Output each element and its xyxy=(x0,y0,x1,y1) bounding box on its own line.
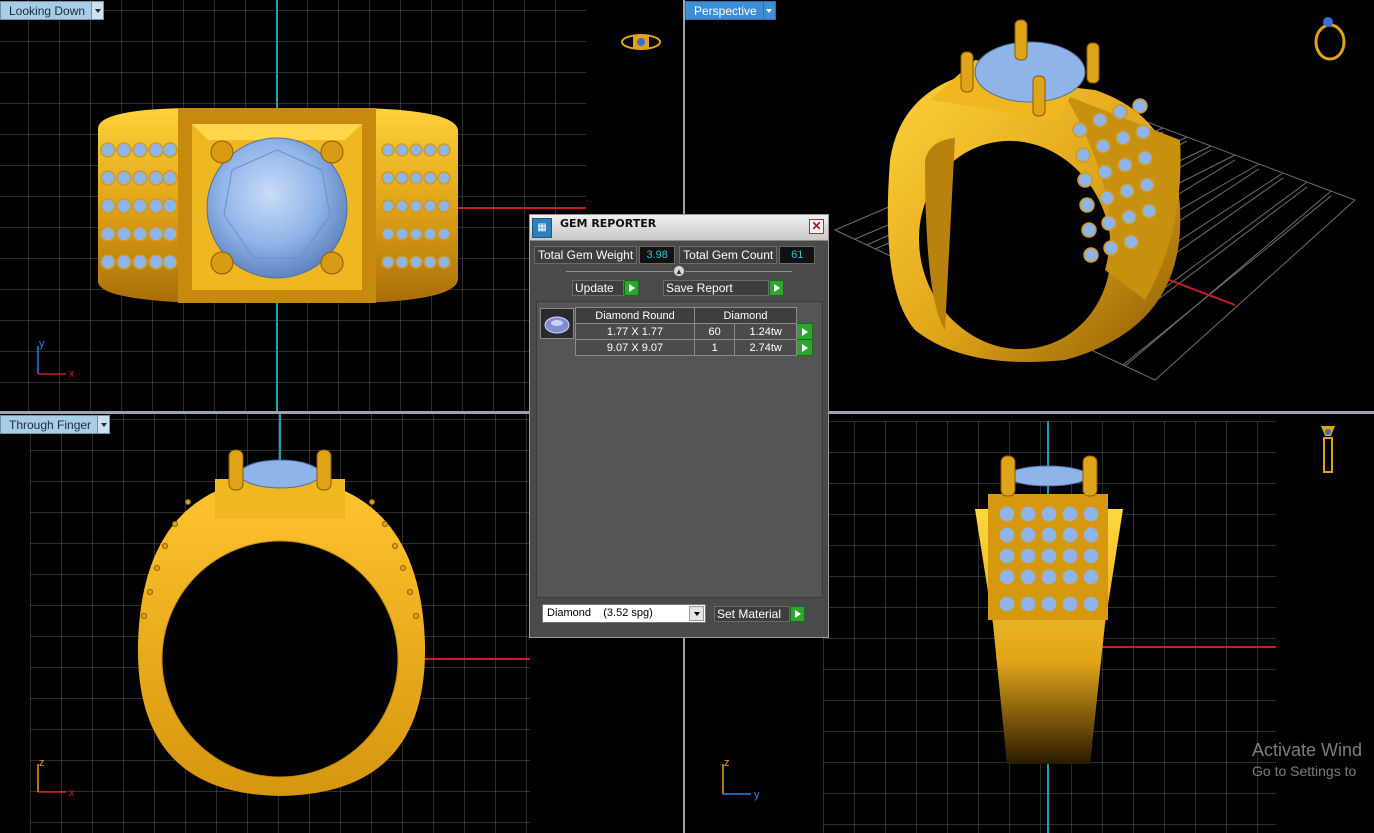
chevron-down-icon[interactable] xyxy=(763,1,776,20)
gem-material-header: Diamond xyxy=(694,307,797,324)
gem-size-cell: 1.77 X 1.77 xyxy=(575,323,695,340)
material-select-value: Diamond (3.52 spg) xyxy=(547,607,653,619)
gem-count-cell: 1 xyxy=(693,339,736,356)
update-button-label: Update xyxy=(572,280,624,296)
svg-text:y: y xyxy=(39,338,45,350)
gem-reporter-titlebar[interactable]: ▦ GEM REPORTER ✕ xyxy=(530,215,828,241)
gem-weight-cell: 2.74tw xyxy=(734,339,797,356)
viewport-label-perspective[interactable]: Perspective xyxy=(685,1,776,20)
gem-weight-cell: 1.24tw xyxy=(734,323,797,340)
svg-text:y: y xyxy=(754,789,760,801)
gem-list-area: Diamond Round Diamond 1.77 X 1.77 60 1.2… xyxy=(536,301,823,598)
set-material-button[interactable]: Set Material xyxy=(714,606,805,622)
gem-reporter-panel: ▦ GEM REPORTER ✕ Total Gem Weight 3.98 T… xyxy=(529,214,829,638)
play-icon xyxy=(769,280,784,296)
update-button[interactable]: Update xyxy=(572,280,639,296)
svg-text:z: z xyxy=(724,757,730,769)
activation-watermark: Activate Wind Go to Settings to xyxy=(1252,740,1374,779)
gem-count-cell: 60 xyxy=(693,323,736,340)
gem-totals-row: Total Gem Weight 3.98 Total Gem Count 61 xyxy=(534,246,826,264)
table-row[interactable]: 9.07 X 9.07 1 2.74tw xyxy=(575,339,813,356)
viewport-label-text: Looking Down xyxy=(0,1,93,20)
svg-text:x: x xyxy=(69,368,75,380)
play-icon xyxy=(624,280,639,296)
total-gem-weight-label: Total Gem Weight xyxy=(534,246,638,264)
play-icon xyxy=(801,343,808,352)
gem-reporter-app-icon: ▦ xyxy=(532,217,552,238)
set-material-button-label: Set Material xyxy=(714,606,790,622)
play-icon xyxy=(801,327,808,336)
play-icon xyxy=(790,606,805,622)
select-row-button[interactable] xyxy=(796,323,813,340)
watermark-line1: Activate Wind xyxy=(1252,740,1363,760)
chevron-down-icon[interactable] xyxy=(689,606,704,621)
chevron-down-icon[interactable] xyxy=(98,415,111,434)
total-gem-count-value: 61 xyxy=(779,246,816,264)
viewport-label-text: Through Finger xyxy=(0,415,99,434)
total-gem-weight-value: 3.98 xyxy=(639,246,676,264)
viewport-label-text: Perspective xyxy=(685,1,764,20)
save-report-button-label: Save Report xyxy=(663,280,769,296)
ring-side-view-icon xyxy=(1321,426,1335,473)
gem-table: Diamond Round Diamond 1.77 X 1.77 60 1.2… xyxy=(575,307,813,356)
jewelry-cad-workspace: y x Looking Down Perspective z x Through… xyxy=(0,0,1374,833)
viewport-label-through-finger[interactable]: Through Finger xyxy=(0,415,111,434)
diamond-gem-icon xyxy=(544,316,570,333)
svg-text:x: x xyxy=(69,787,75,799)
collapse-toggle-icon[interactable]: ▲ xyxy=(673,265,685,277)
close-icon[interactable]: ✕ xyxy=(809,219,824,234)
center-gem-perspective xyxy=(974,41,1086,103)
total-gem-count-label: Total Gem Count xyxy=(679,246,778,264)
ring-perspective-icon xyxy=(1314,17,1346,61)
chevron-down-icon[interactable] xyxy=(92,1,105,20)
gem-size-cell: 9.07 X 9.07 xyxy=(575,339,695,356)
svg-text:z: z xyxy=(39,757,45,769)
round-diamond-thumbnail[interactable] xyxy=(540,308,574,339)
gem-reporter-title: GEM REPORTER xyxy=(560,217,657,230)
save-report-button[interactable]: Save Report xyxy=(663,280,784,296)
table-row[interactable]: 1.77 X 1.77 60 1.24tw xyxy=(575,323,813,340)
gem-shape-header: Diamond Round xyxy=(575,307,695,324)
select-row-button[interactable] xyxy=(796,339,813,356)
ring-top-view-icon xyxy=(621,34,661,50)
gem-table-header: Diamond Round Diamond xyxy=(575,307,813,324)
material-select[interactable]: Diamond (3.52 spg) xyxy=(542,604,706,623)
watermark-line2: Go to Settings to xyxy=(1252,763,1357,779)
viewport-label-looking-down[interactable]: Looking Down xyxy=(0,1,105,20)
